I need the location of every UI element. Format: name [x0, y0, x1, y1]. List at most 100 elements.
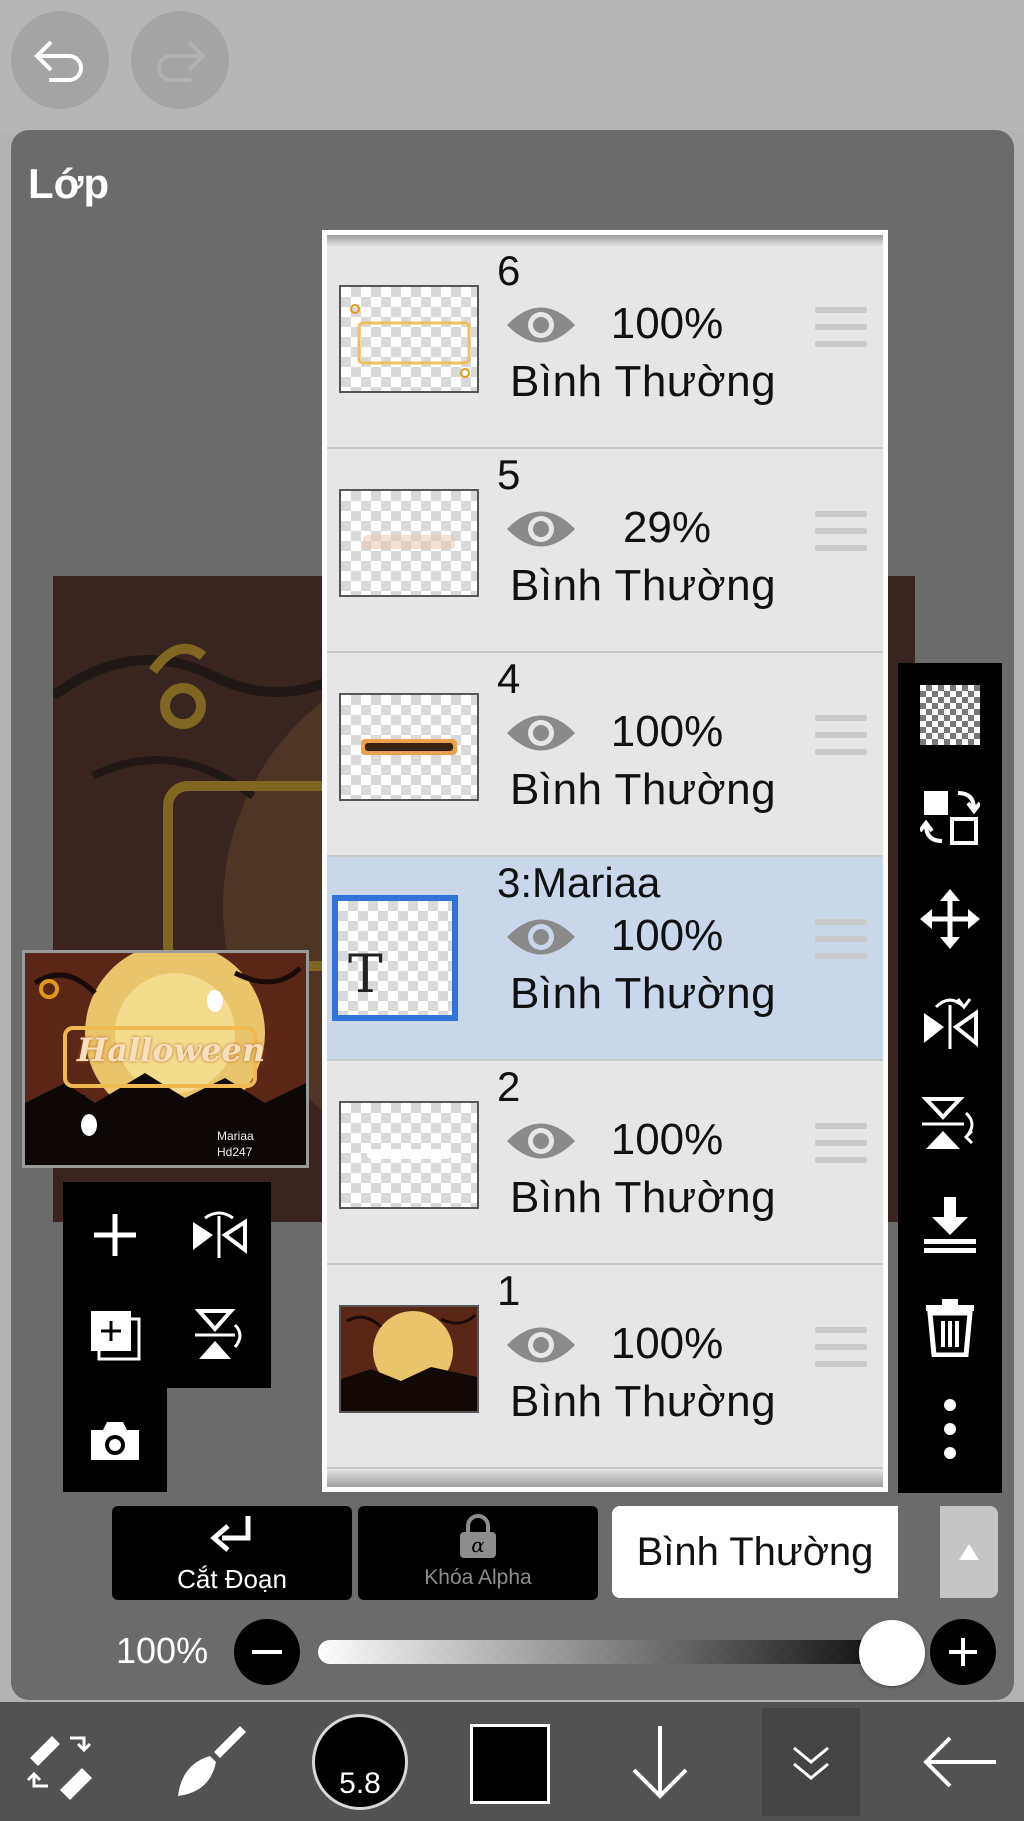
eye-icon[interactable] — [505, 1320, 577, 1370]
opacity-decrease-button[interactable] — [234, 1619, 300, 1685]
flip-horizontal-icon — [193, 1211, 247, 1258]
more-vertical-icon — [944, 1399, 956, 1459]
layer-row-6[interactable]: 6 100% Bình Thường — [327, 245, 883, 449]
merge-down-icon — [924, 1197, 976, 1253]
layer-number: 3:Mariaa — [497, 859, 661, 906]
bottom-toolbar: 5.8 — [0, 1702, 1024, 1821]
brush-size-button[interactable]: 5.8 — [312, 1714, 408, 1810]
drag-handle-icon[interactable] — [815, 919, 867, 959]
layer-blend-mode: Bình Thường — [510, 969, 777, 1018]
merge-down-button[interactable] — [898, 1175, 1002, 1275]
frame-thumbnail — [350, 304, 471, 378]
flip-vertical-icon — [921, 1097, 974, 1149]
flip-horizontal-icon — [924, 998, 978, 1049]
drag-handle-icon[interactable] — [815, 511, 867, 551]
color-swatch-button[interactable] — [470, 1724, 550, 1804]
opacity-increase-button[interactable] — [930, 1619, 996, 1685]
plus-icon — [94, 1214, 136, 1256]
undo-icon — [34, 40, 83, 82]
layer-row-4[interactable]: 4 100% Bình Thường — [327, 653, 883, 857]
drag-handle-icon[interactable] — [815, 307, 867, 347]
flip-vertical-icon — [194, 1309, 242, 1359]
swap-icon — [920, 791, 980, 845]
artwork-preview: Halloween Mariaa Hd247 — [22, 950, 309, 1168]
layer-opacity: 100% — [610, 1319, 724, 1368]
eye-icon[interactable] — [505, 504, 577, 554]
layer-opacity: 100% — [610, 707, 724, 756]
blend-mode-select[interactable]: Bình Thường — [612, 1506, 898, 1598]
flip-horizontal-right-button[interactable] — [898, 971, 1002, 1071]
duplicate-layer-button[interactable] — [70, 1290, 160, 1380]
layer-row-5[interactable]: 5 29% Bình Thường — [327, 449, 883, 653]
undo-button[interactable] — [11, 11, 109, 109]
layers-list: 6 100% Bình Thường 5 29% Bình Thường 4 1… — [322, 230, 888, 1492]
layer-opacity: 100% — [610, 1115, 724, 1164]
layer-number: 5 — [497, 451, 521, 498]
transparent-fill-button[interactable] — [898, 665, 1002, 765]
redo-button[interactable] — [131, 11, 229, 109]
checkerboard-icon — [920, 685, 980, 745]
layer-down-button[interactable] — [610, 1712, 710, 1812]
brush-tool-button[interactable] — [160, 1712, 260, 1812]
halloween-text-thumbnail — [361, 739, 457, 755]
alpha-lock-label: Khóa Alpha — [424, 1566, 532, 1589]
layer-opacity: 100% — [610, 299, 724, 348]
minus-icon — [252, 1650, 282, 1654]
layer-opacity: 100% — [610, 911, 724, 960]
layer-blend-mode: Bình Thường — [510, 357, 777, 406]
eye-icon[interactable] — [505, 1116, 577, 1166]
preview-watermark: Hd247 — [217, 1145, 253, 1159]
back-button[interactable] — [910, 1712, 1010, 1812]
opacity-slider-handle[interactable] — [859, 1620, 925, 1686]
flip-horizontal-button[interactable] — [174, 1190, 264, 1280]
clipping-button[interactable]: Cắt Đoạn — [112, 1506, 352, 1600]
swap-layer-button[interactable] — [898, 767, 1002, 867]
preview-signature: Mariaa — [217, 1129, 254, 1143]
delete-layer-button[interactable] — [898, 1277, 1002, 1377]
alpha-lock-button[interactable]: α Khóa Alpha — [358, 1506, 598, 1600]
arrow-left-icon — [923, 1736, 996, 1788]
layer-thumbnail-selected: T — [332, 895, 458, 1021]
redo-icon — [157, 40, 206, 82]
layer-thumbnail — [339, 693, 479, 801]
more-options-button[interactable] — [898, 1379, 1002, 1479]
move-button[interactable] — [898, 869, 1002, 969]
tool-switch-button[interactable] — [10, 1712, 110, 1812]
layer-row-3[interactable]: T 3:Mariaa 100% Bình Thường — [327, 857, 883, 1061]
right-toolbar — [898, 663, 1002, 1493]
plus-icon — [949, 1638, 977, 1666]
eye-icon[interactable] — [505, 708, 577, 758]
layer-thumbnail — [339, 1101, 479, 1209]
opacity-slider[interactable] — [318, 1640, 892, 1664]
layer-row-2[interactable]: 2 100% Bình Thường — [327, 1061, 883, 1265]
camera-icon — [91, 1422, 139, 1460]
duplicate-layer-icon — [91, 1311, 141, 1361]
preview-title-text: Halloween — [77, 1031, 266, 1069]
clipping-arrow-icon — [210, 1516, 251, 1552]
flip-vertical-right-button[interactable] — [898, 1073, 1002, 1173]
drag-handle-icon[interactable] — [815, 1327, 867, 1367]
text-layer-glyph: T — [348, 945, 383, 1005]
layer-blend-mode: Bình Thường — [510, 1377, 777, 1426]
layer-thumbnail — [339, 489, 479, 597]
drag-handle-icon[interactable] — [815, 715, 867, 755]
drag-handle-icon[interactable] — [815, 1123, 867, 1163]
blend-mode-dropdown-button[interactable] — [940, 1506, 998, 1598]
eye-icon[interactable] — [505, 300, 577, 350]
svg-text:α: α — [471, 1533, 485, 1557]
layers-panel-toggle[interactable] — [762, 1708, 860, 1816]
camera-button[interactable] — [70, 1396, 160, 1486]
layers-list-inner: 6 100% Bình Thường 5 29% Bình Thường 4 1… — [327, 235, 883, 1487]
triangle-up-icon — [959, 1544, 979, 1560]
layer-number: 4 — [497, 655, 521, 702]
arrow-down-icon — [632, 1726, 688, 1799]
layer-blend-mode: Bình Thường — [510, 765, 777, 814]
layer-row-1[interactable]: 1 100% Bình Thường — [327, 1265, 883, 1469]
background-thumbnail — [341, 1307, 477, 1411]
flip-vertical-button[interactable] — [174, 1290, 264, 1380]
brush-eraser-switch-icon — [26, 1736, 92, 1800]
faded-text-thumbnail — [363, 535, 455, 549]
add-layer-button[interactable] — [70, 1190, 160, 1280]
eye-icon[interactable] — [505, 912, 577, 962]
layer-number: 6 — [497, 247, 521, 294]
